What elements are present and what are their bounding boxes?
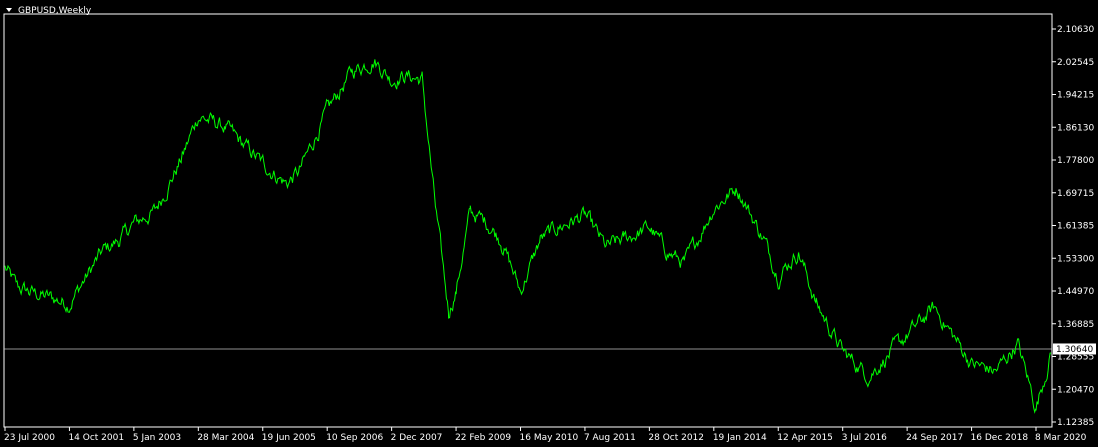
x-tick-label: 19 Jan 2014 bbox=[713, 433, 767, 443]
current-price-label: 1.30640 bbox=[1053, 343, 1096, 355]
x-tick-label: 5 Jan 2003 bbox=[133, 433, 181, 443]
y-tick-label: 1.53300 bbox=[1057, 254, 1094, 264]
x-tick-label: 7 Aug 2011 bbox=[584, 433, 636, 443]
x-tick-label: 16 May 2010 bbox=[520, 433, 579, 443]
x-tick-label: 8 Mar 2020 bbox=[1035, 433, 1087, 443]
x-tick-label: 14 Oct 2001 bbox=[68, 433, 124, 443]
x-tick-label: 24 Sep 2017 bbox=[906, 433, 963, 443]
y-tick-label: 1.94215 bbox=[1057, 91, 1094, 101]
price-chart[interactable]: GBPUSD,Weekly 2.106302.025451.942151.861… bbox=[0, 0, 1098, 447]
current-price-value: 1.30640 bbox=[1056, 345, 1093, 355]
x-tick-label: 22 Feb 2009 bbox=[455, 433, 511, 443]
x-tick-label: 23 Jul 2000 bbox=[4, 433, 55, 443]
y-tick-label: 1.20470 bbox=[1057, 385, 1094, 395]
y-tick-label: 2.10630 bbox=[1057, 25, 1094, 35]
y-tick-label: 1.86130 bbox=[1057, 123, 1094, 133]
y-tick-label: 1.12385 bbox=[1057, 418, 1094, 428]
x-tick-label: 19 Jun 2005 bbox=[262, 433, 316, 443]
y-tick-label: 1.61385 bbox=[1057, 222, 1094, 232]
y-tick-label: 1.77800 bbox=[1057, 156, 1094, 166]
chart-background bbox=[0, 0, 1098, 447]
x-tick-label: 28 Oct 2012 bbox=[648, 433, 704, 443]
y-tick-label: 1.36885 bbox=[1057, 320, 1094, 330]
x-tick-label: 16 Dec 2018 bbox=[971, 433, 1029, 443]
x-tick-label: 3 Jul 2016 bbox=[842, 433, 887, 443]
x-tick-label: 10 Sep 2006 bbox=[326, 433, 383, 443]
y-tick-label: 1.44970 bbox=[1057, 287, 1094, 297]
y-tick-label: 1.69715 bbox=[1057, 189, 1094, 199]
chart-window[interactable]: GBPUSD,Weekly 2.10630 2.02545 1.94215 1.861… bbox=[0, 0, 1098, 447]
x-tick-label: 12 Apr 2015 bbox=[777, 433, 833, 443]
x-tick-label: 28 Mar 2004 bbox=[197, 433, 254, 443]
y-tick-label: 2.02545 bbox=[1057, 58, 1094, 68]
x-tick-label: 2 Dec 2007 bbox=[391, 433, 443, 443]
